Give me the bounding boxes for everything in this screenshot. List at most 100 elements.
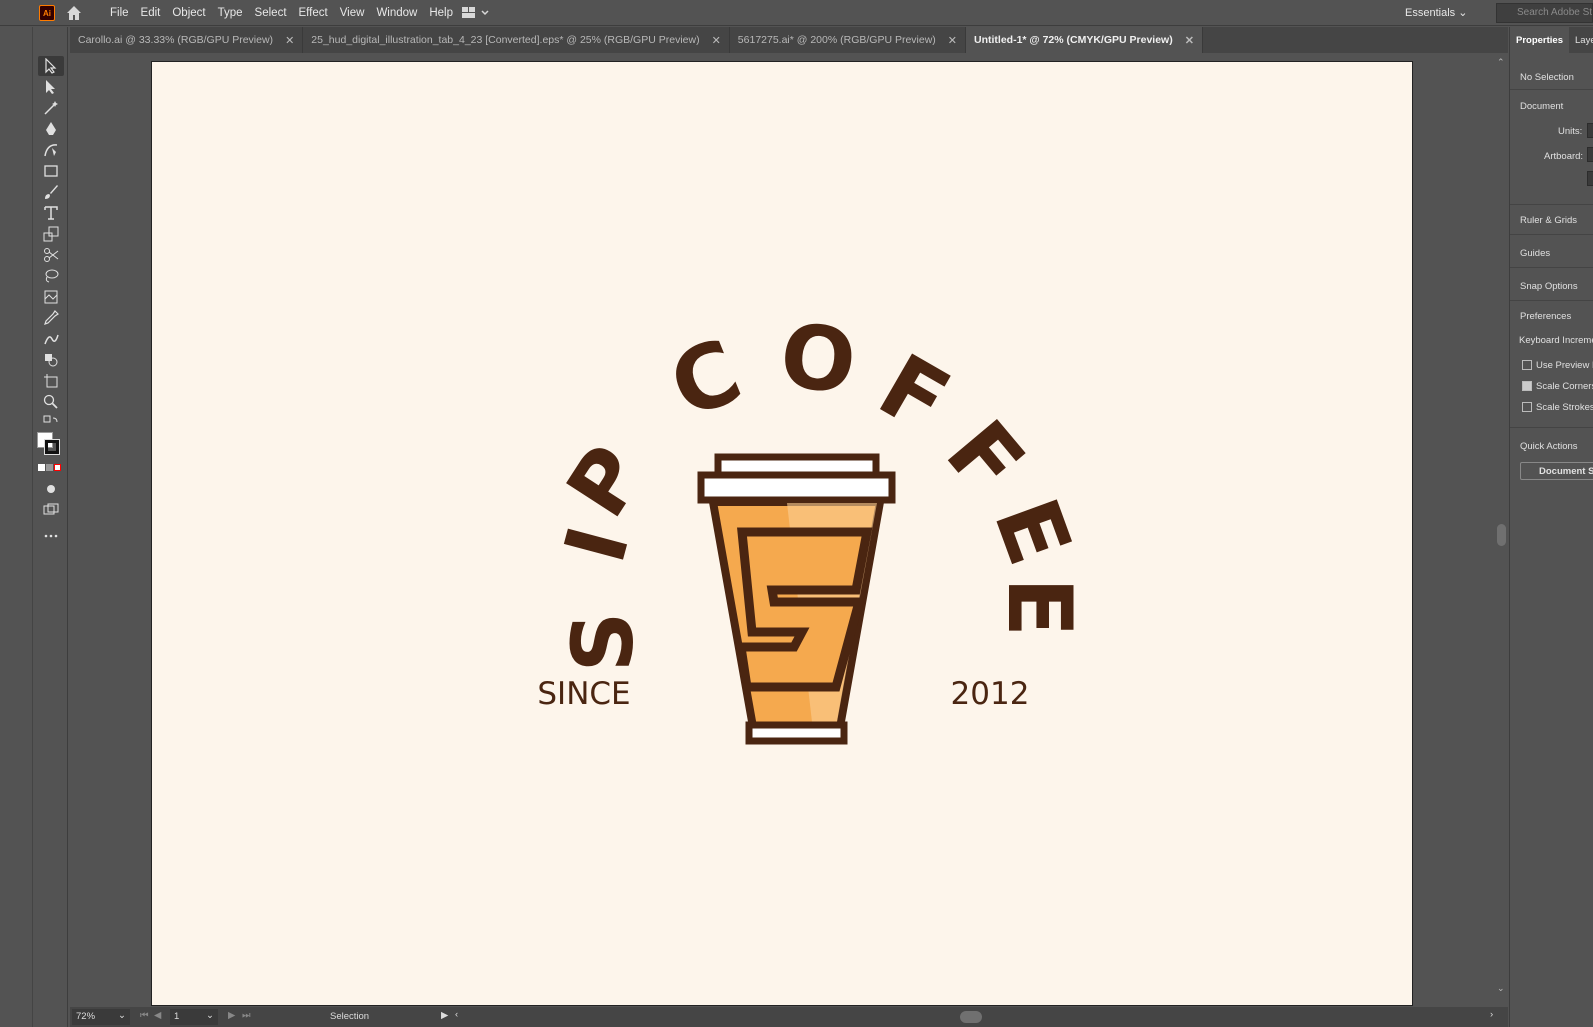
color-icon[interactable]: [38, 464, 45, 471]
arc-letter-e2: E: [988, 577, 1091, 637]
scroll-right-icon[interactable]: ›: [1490, 1009, 1493, 1020]
rectangle-tool-icon[interactable]: [38, 161, 64, 181]
tab-layers[interactable]: Layers: [1569, 27, 1593, 53]
scale-strokes-checkbox[interactable]: [1522, 402, 1532, 412]
tab-label: Untitled-1* @ 72% (CMYK/GPU Preview): [974, 34, 1173, 46]
magic-wand-tool-icon[interactable]: [38, 98, 64, 118]
snap-options-heading: Snap Options: [1520, 281, 1578, 292]
tab-label: 5617275.ai* @ 200% (RGB/GPU Preview): [737, 34, 936, 46]
lasso-tool-icon[interactable]: [38, 266, 64, 286]
tools-panel: [33, 27, 68, 1027]
scale-strokes-label: Scale Strokes & Effects: [1536, 402, 1593, 413]
zoom-tool-icon[interactable]: [38, 392, 64, 412]
color-mode-icons[interactable]: [38, 464, 64, 472]
arc-letter-c: C: [656, 319, 754, 439]
blend-tool-icon[interactable]: [38, 329, 64, 349]
guides-heading: Guides: [1520, 248, 1551, 259]
dock-strip: [0, 27, 33, 1027]
menu-select[interactable]: Select: [249, 7, 293, 19]
divider: [1510, 300, 1593, 301]
close-icon[interactable]: ✕: [712, 34, 721, 47]
divider: [1510, 427, 1593, 428]
none-icon[interactable]: [54, 464, 61, 471]
menu-object[interactable]: Object: [166, 7, 211, 19]
previous-artboard-icon[interactable]: ◀: [154, 1010, 161, 1021]
tab-carollo[interactable]: Carollo.ai @ 33.33% (RGB/GPU Preview) ✕: [70, 27, 304, 53]
divider: [1510, 204, 1593, 205]
scale-corners-label: Scale Corners: [1536, 381, 1593, 392]
keyboard-increment-label: Keyboard Increment: [1519, 335, 1593, 346]
curvature-tool-icon[interactable]: [38, 140, 64, 160]
close-icon[interactable]: ✕: [948, 34, 957, 47]
close-icon[interactable]: ✕: [285, 34, 294, 47]
more-tools-icon[interactable]: [38, 526, 64, 546]
eyedropper-tool-icon[interactable]: [38, 308, 64, 328]
tab-properties[interactable]: Properties: [1510, 27, 1569, 53]
since-label: SINCE: [537, 676, 630, 712]
swap-fill-stroke-icon[interactable]: [38, 413, 64, 433]
use-preview-bounds-checkbox[interactable]: [1522, 360, 1532, 370]
status-menu-icon[interactable]: ▶: [441, 1010, 448, 1021]
scale-corners-checkbox[interactable]: [1522, 381, 1532, 391]
scissors-tool-icon[interactable]: [38, 245, 64, 265]
properties-panel: Properties Layers No Selection Document …: [1509, 27, 1593, 1027]
shape-builder-tool-icon[interactable]: [38, 350, 64, 370]
pen-tool-icon[interactable]: [38, 119, 64, 139]
vertical-scroll-thumb[interactable]: [1497, 524, 1506, 546]
canvas-area[interactable]: S I P C O F F E E SINCE 2012: [70, 53, 1495, 1007]
document-setup-button[interactable]: Document Setup: [1520, 462, 1593, 480]
main-menu: File Edit Object Type Select Effect View…: [104, 0, 459, 26]
scroll-up-icon[interactable]: ⌃: [1497, 57, 1505, 68]
zoom-field[interactable]: 72% ⌄: [72, 1009, 130, 1025]
home-icon[interactable]: [65, 4, 83, 22]
gradient-icon[interactable]: [46, 464, 53, 471]
menu-edit[interactable]: Edit: [135, 7, 167, 19]
scroll-left-icon[interactable]: ‹: [455, 1009, 458, 1020]
edit-artboards-button[interactable]: [1587, 171, 1593, 186]
next-artboard-icon[interactable]: ▶: [228, 1010, 235, 1021]
tab-untitled-1[interactable]: Untitled-1* @ 72% (CMYK/GPU Preview) ✕: [966, 27, 1203, 53]
menu-view[interactable]: View: [334, 7, 371, 19]
stroke-swatch[interactable]: [44, 439, 60, 455]
scroll-down-icon[interactable]: ⌄: [1497, 983, 1505, 994]
units-select[interactable]: [1587, 123, 1593, 138]
menu-type[interactable]: Type: [212, 7, 249, 19]
menu-window[interactable]: Window: [370, 7, 423, 19]
tab-hud-illustration[interactable]: 25_hud_digital_illustration_tab_4_23 [Co…: [303, 27, 730, 53]
menu-file[interactable]: File: [104, 7, 135, 19]
artboard-tool-icon[interactable]: [38, 371, 64, 391]
type-tool-icon[interactable]: [38, 203, 64, 223]
symbol-sprayer-tool-icon[interactable]: [38, 287, 64, 307]
units-label: Units:: [1558, 126, 1583, 137]
artboard-number-field[interactable]: 1 ⌄: [170, 1009, 218, 1025]
divider: [1510, 89, 1593, 90]
artboard-select[interactable]: [1587, 147, 1593, 162]
no-selection-label: No Selection: [1520, 72, 1574, 83]
menu-help[interactable]: Help: [423, 7, 459, 19]
arrange-documents-icon[interactable]: [461, 6, 493, 20]
artboard-label: Artboard:: [1544, 151, 1584, 162]
first-artboard-icon[interactable]: ⏮: [140, 1010, 149, 1021]
arc-letter-p: P: [548, 429, 664, 534]
tab-5617275[interactable]: 5617275.ai* @ 200% (RGB/GPU Preview) ✕: [730, 27, 967, 53]
screen-mode-icon[interactable]: [38, 500, 64, 520]
arc-letter-s: S: [554, 612, 652, 673]
menu-effect[interactable]: Effect: [293, 7, 334, 19]
close-icon[interactable]: ✕: [1185, 34, 1194, 47]
paintbrush-tool-icon[interactable]: [38, 182, 64, 202]
chevron-down-icon: ⌄: [206, 1010, 214, 1021]
search-input[interactable]: Search Adobe St: [1496, 3, 1593, 23]
last-artboard-icon[interactable]: ⏭: [242, 1010, 251, 1021]
artboard[interactable]: S I P C O F F E E SINCE 2012: [151, 61, 1413, 1006]
sip-coffee-logo[interactable]: S I P C O F F E E SINCE 2012: [152, 62, 1414, 1007]
status-bar: 72% ⌄ ⏮ ◀ 1 ⌄ ▶ ⏭ Selection ▶ ‹ ›: [70, 1007, 1508, 1027]
draw-mode-icon[interactable]: [38, 479, 64, 499]
tab-label: Carollo.ai @ 33.33% (RGB/GPU Preview): [78, 34, 274, 46]
chevron-down-icon: ⌄: [118, 1010, 126, 1021]
horizontal-scroll-thumb[interactable]: [960, 1011, 982, 1023]
selection-tool-icon[interactable]: [38, 56, 64, 76]
chevron-down-icon: ⌄: [1458, 7, 1468, 19]
direct-selection-tool-icon[interactable]: [38, 77, 64, 97]
scale-tool-icon[interactable]: [38, 224, 64, 244]
workspace-switcher[interactable]: Essentials ⌄: [1405, 6, 1467, 19]
